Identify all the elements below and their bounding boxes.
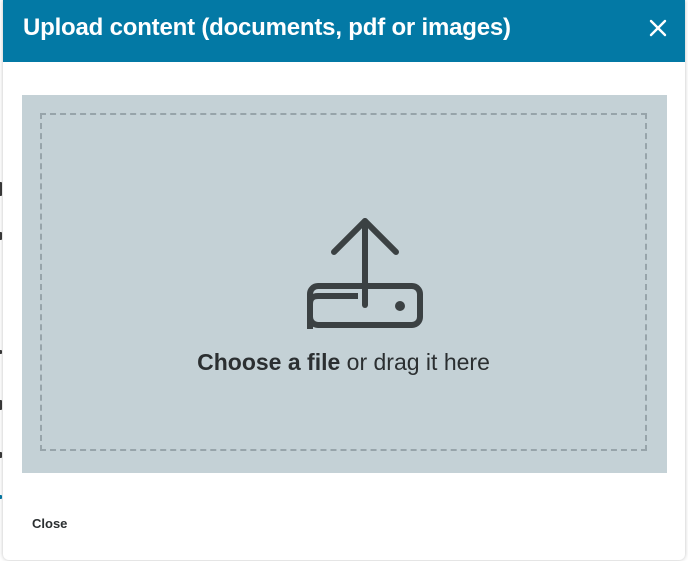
drag-instruction: or drag it here	[340, 349, 490, 375]
upload-dropzone[interactable]: Choose a file or drag it here	[22, 95, 667, 473]
background-text-fragment	[0, 452, 2, 458]
background-text-fragment	[0, 400, 2, 410]
background-text-fragment	[0, 232, 2, 240]
close-button[interactable]: Close	[32, 516, 67, 531]
dialog-header: Upload content (documents, pdf or images…	[3, 0, 685, 62]
dialog-title: Upload content (documents, pdf or images…	[23, 14, 511, 41]
background-text-fragment	[0, 495, 2, 499]
upload-dialog: Upload content (documents, pdf or images…	[3, 0, 685, 560]
close-icon[interactable]	[647, 17, 669, 39]
background-text-fragment	[0, 182, 2, 196]
choose-file-link[interactable]: Choose a file	[197, 349, 340, 375]
dropzone-dashed-area[interactable]: Choose a file or drag it here	[40, 113, 647, 451]
upload-icon	[304, 207, 426, 329]
background-text-fragment	[0, 350, 2, 354]
dropzone-instructions: Choose a file or drag it here	[42, 349, 645, 376]
